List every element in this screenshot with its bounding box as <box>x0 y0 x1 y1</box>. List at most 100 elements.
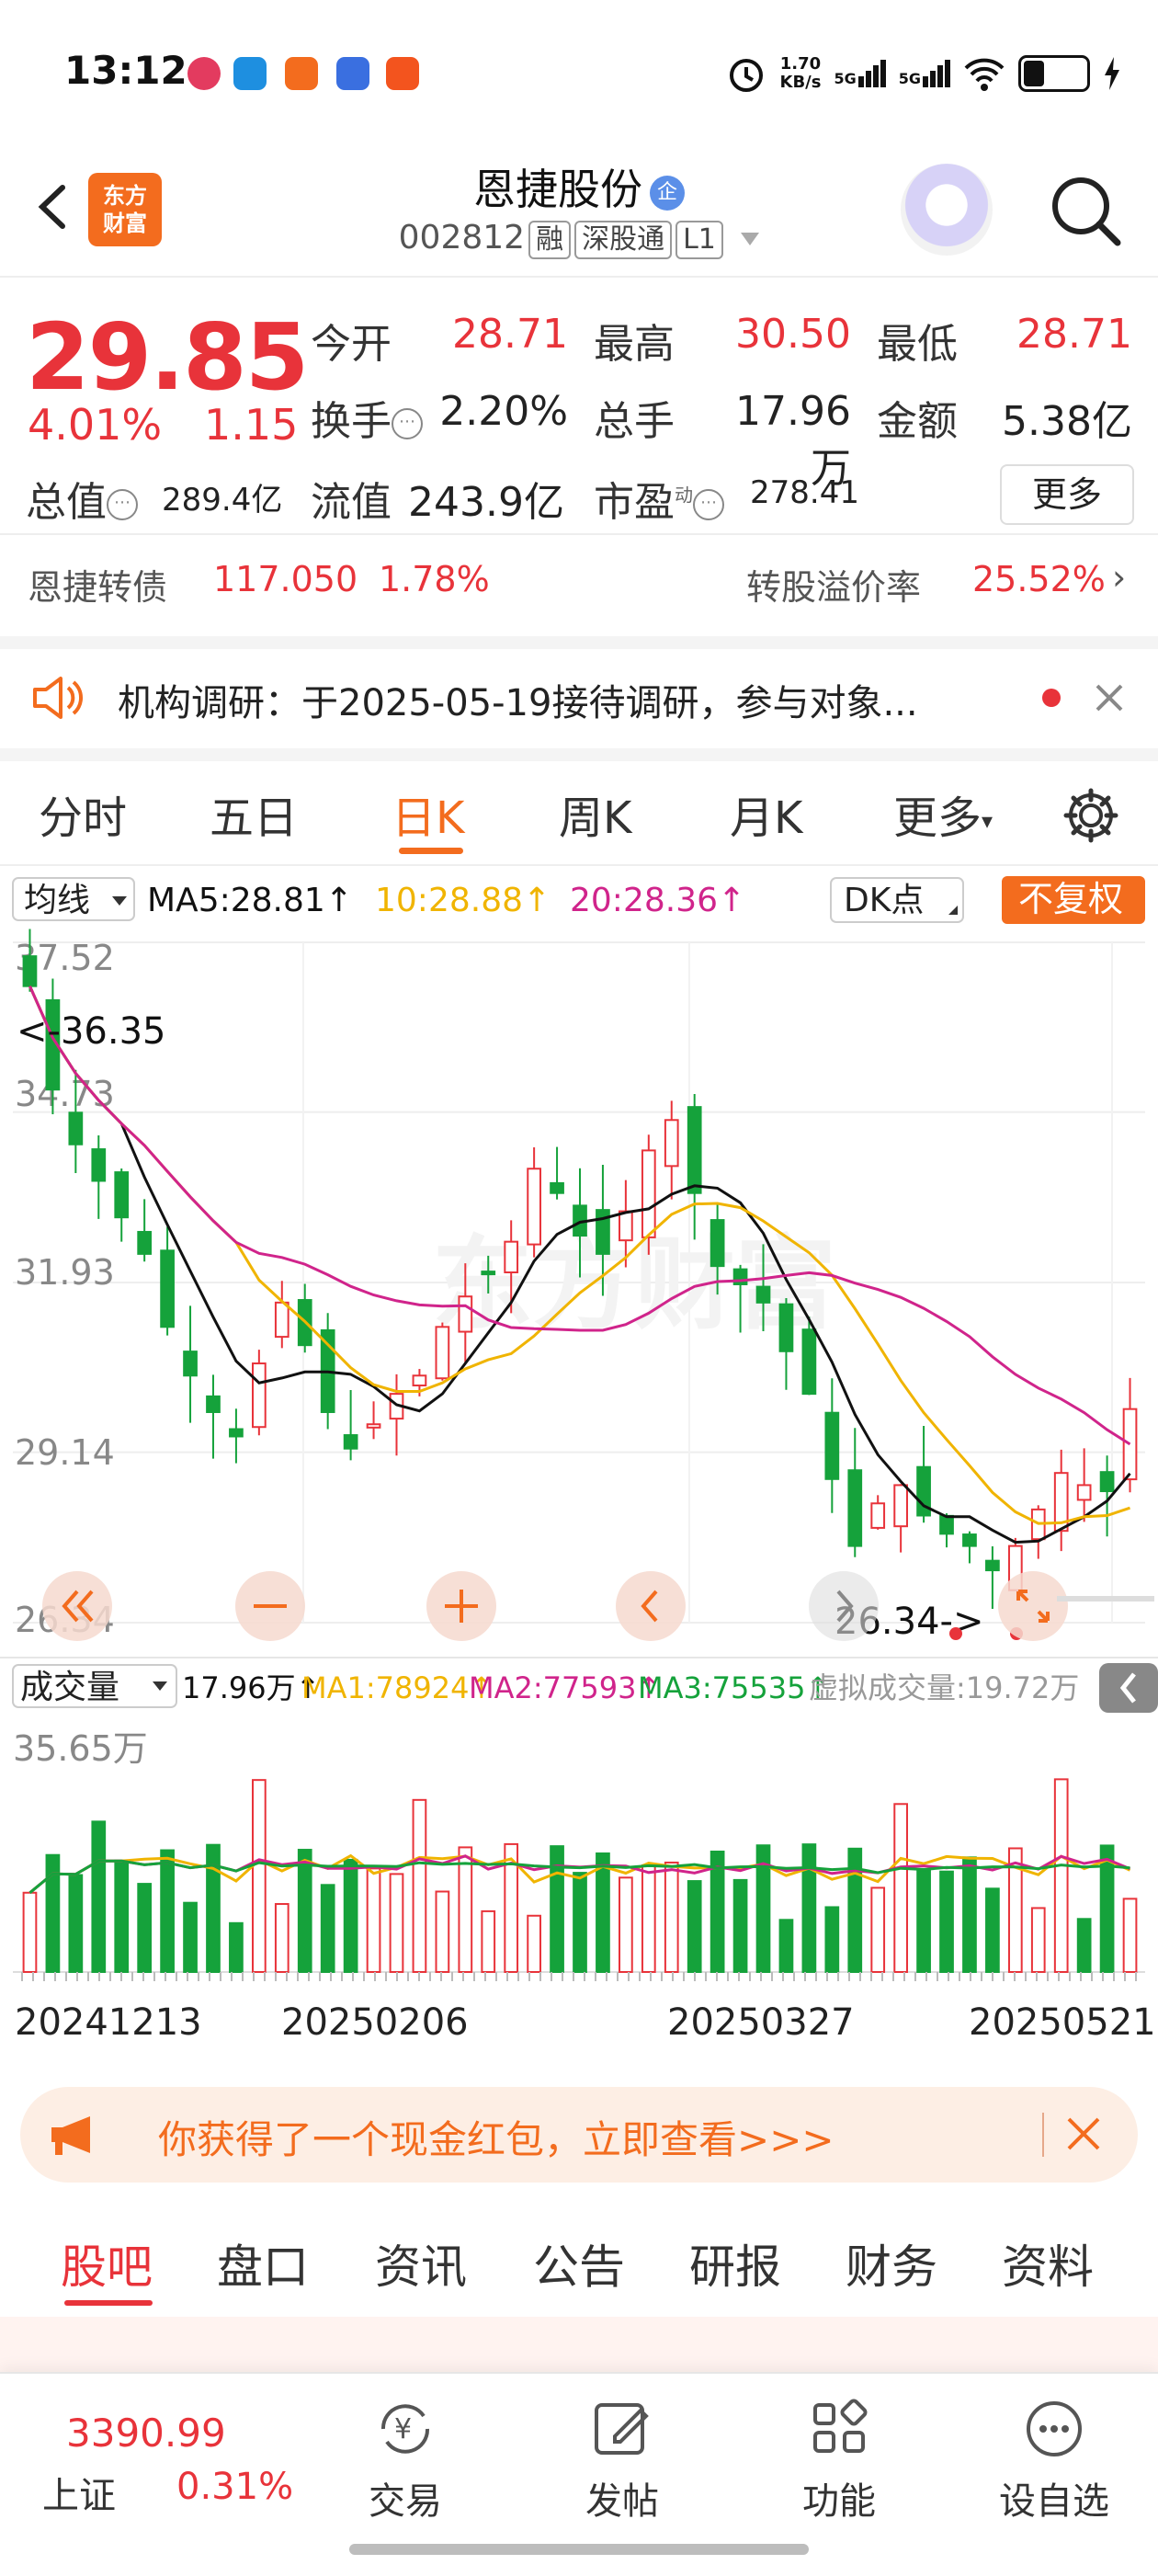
nav-post[interactable]: 发帖 <box>544 2396 700 2525</box>
signal-icon: 5G <box>899 60 950 87</box>
bond-label: 恩捷转债 <box>28 567 168 608</box>
volume-bar <box>91 1820 107 1974</box>
app-notification-icon <box>187 57 221 90</box>
chevron-right-icon: › <box>1112 557 1127 598</box>
stock-code: 002812 <box>398 219 526 256</box>
tab-intraday[interactable]: 分时 <box>39 781 127 846</box>
field-value: 278.41 <box>750 474 859 511</box>
close-icon[interactable] <box>1064 2114 1103 2153</box>
promo-text: 你获得了一个现金红包，立即查看>>> <box>158 2117 834 2162</box>
field-value: 5.38亿 <box>1002 398 1132 445</box>
candle-body <box>504 1240 519 1273</box>
more-fields-button[interactable]: 更多 <box>1000 464 1134 525</box>
divider <box>1042 2113 1044 2157</box>
index-pct[interactable]: 0.31% <box>176 2466 293 2508</box>
field-label: 市盈动 ⋯ <box>594 469 724 528</box>
candle-body <box>824 1411 840 1480</box>
volume-bar <box>481 1909 496 1973</box>
tab-more[interactable]: 更多▾ <box>893 781 993 846</box>
kline-chart[interactable]: 均线 MA5:28.81↑ 10:28.88↑ 20:28.36↑ DK点 不复… <box>0 869 1158 2069</box>
candle-body <box>366 1423 381 1429</box>
nav-label: 交易 <box>369 2480 442 2523</box>
chevron-down-icon <box>741 233 760 245</box>
volume-bar <box>573 1872 587 1974</box>
volume-bar <box>1053 1778 1069 1973</box>
nav-functions[interactable]: 功能 <box>761 2396 917 2525</box>
scroll-left-button[interactable] <box>616 1571 686 1641</box>
alarm-icon <box>729 59 763 92</box>
index-value[interactable]: 3390.99 <box>66 2411 226 2456</box>
ma-selector-label: 均线 <box>24 882 90 919</box>
vma1-label: MA1:78924↑ <box>301 1670 494 1705</box>
candle-body <box>550 1181 564 1194</box>
tab-monthly-k[interactable]: 月K <box>730 781 802 846</box>
field-label: 金额 <box>877 398 958 445</box>
tab-news[interactable]: 资讯 <box>375 2230 467 2297</box>
megaphone-icon <box>51 2116 90 2155</box>
nav-add-watchlist[interactable]: 设自选 <box>976 2396 1132 2525</box>
volume-max-label: 35.65万 <box>13 1728 148 1769</box>
convertible-bond-row[interactable]: 恩捷转债 117.050 1.78% 转股溢价率 25.52% › <box>0 533 1158 649</box>
red-packet-promo[interactable]: 你获得了一个现金红包，立即查看>>> <box>20 2087 1138 2183</box>
candle-body <box>1099 1471 1115 1493</box>
tab-profile[interactable]: 资料 <box>1002 2230 1094 2297</box>
candle-body <box>481 1271 496 1276</box>
candle-body <box>68 1111 84 1146</box>
tab-orderbook[interactable]: 盘口 <box>217 2230 309 2297</box>
info-icon[interactable]: ⋯ <box>107 489 138 520</box>
volume-bar <box>1030 1907 1046 1974</box>
search-icon[interactable] <box>1046 171 1125 250</box>
status-bar: 13:12 1.70 KB/s 5G 5G <box>0 0 1158 147</box>
candle-body <box>870 1502 886 1529</box>
app-notification-icon <box>285 57 318 90</box>
field-value: 28.71 <box>1016 311 1132 358</box>
candle-body <box>1076 1484 1092 1501</box>
home-indicator[interactable] <box>349 2544 809 2555</box>
fullscreen-button[interactable] <box>998 1571 1068 1641</box>
candle-body <box>229 1428 244 1438</box>
candle-body <box>91 1148 107 1182</box>
index-name[interactable]: 上证 <box>42 2466 116 2519</box>
enterprise-badge: 企 <box>650 175 685 211</box>
change-percent: 4.01% <box>28 400 163 450</box>
bond-pct: 1.78% <box>379 559 490 599</box>
volume-value: 17.96万↑ <box>182 1670 320 1705</box>
scroll-right-button[interactable] <box>809 1571 879 1641</box>
change-amount: 1.15 <box>204 400 299 450</box>
tab-forum[interactable]: 股吧 <box>61 2230 153 2297</box>
candle-body <box>412 1374 427 1387</box>
info-icon[interactable]: ⋯ <box>693 489 724 520</box>
tab-announcements[interactable]: 公告 <box>533 2230 625 2297</box>
candle-body <box>435 1326 450 1380</box>
battery-icon <box>1018 55 1090 92</box>
robot-avatar[interactable] <box>901 164 993 256</box>
close-icon[interactable] <box>1094 682 1125 713</box>
tab-weekly-k[interactable]: 周K <box>559 781 631 846</box>
info-tabs: 股吧 盘口 资讯 公告 研报 财务 资料 <box>0 2206 1158 2319</box>
volume-bar <box>458 1846 473 1973</box>
volume-bar <box>893 1803 909 1973</box>
info-icon[interactable]: ⋯ <box>392 408 423 439</box>
nav-trade[interactable]: ¥ 交易 <box>327 2396 483 2525</box>
volume-bar <box>274 1903 290 1974</box>
volume-bar <box>68 1874 84 1973</box>
volume-bar <box>22 1891 38 1973</box>
candle-body <box>801 1328 817 1396</box>
tab-daily-k[interactable]: 日K <box>392 781 464 846</box>
grid-icon <box>813 2399 868 2453</box>
date-label: 20250521 <box>969 2001 1156 2044</box>
date-axis-ticks <box>21 1972 1137 1981</box>
vma3-label: MA3:75535↑ <box>638 1670 830 1705</box>
tab-five-day[interactable]: 五日 <box>210 781 298 846</box>
gear-icon[interactable] <box>1061 785 1121 846</box>
collapse-panel-button[interactable] <box>1099 1663 1158 1713</box>
field-value: 28.71 <box>452 311 568 358</box>
notice-bar[interactable]: 机构调研：于2025-05-19接待调研，参与对象... <box>0 647 1158 761</box>
volume-bar <box>596 1852 610 1974</box>
volume-bar <box>229 1921 244 1973</box>
tab-research[interactable]: 研报 <box>689 2230 781 2297</box>
tag-margin: 融 <box>528 221 572 259</box>
volume-bar <box>687 1880 702 1974</box>
unread-dot <box>1042 689 1061 707</box>
tab-financials[interactable]: 财务 <box>846 2230 937 2297</box>
